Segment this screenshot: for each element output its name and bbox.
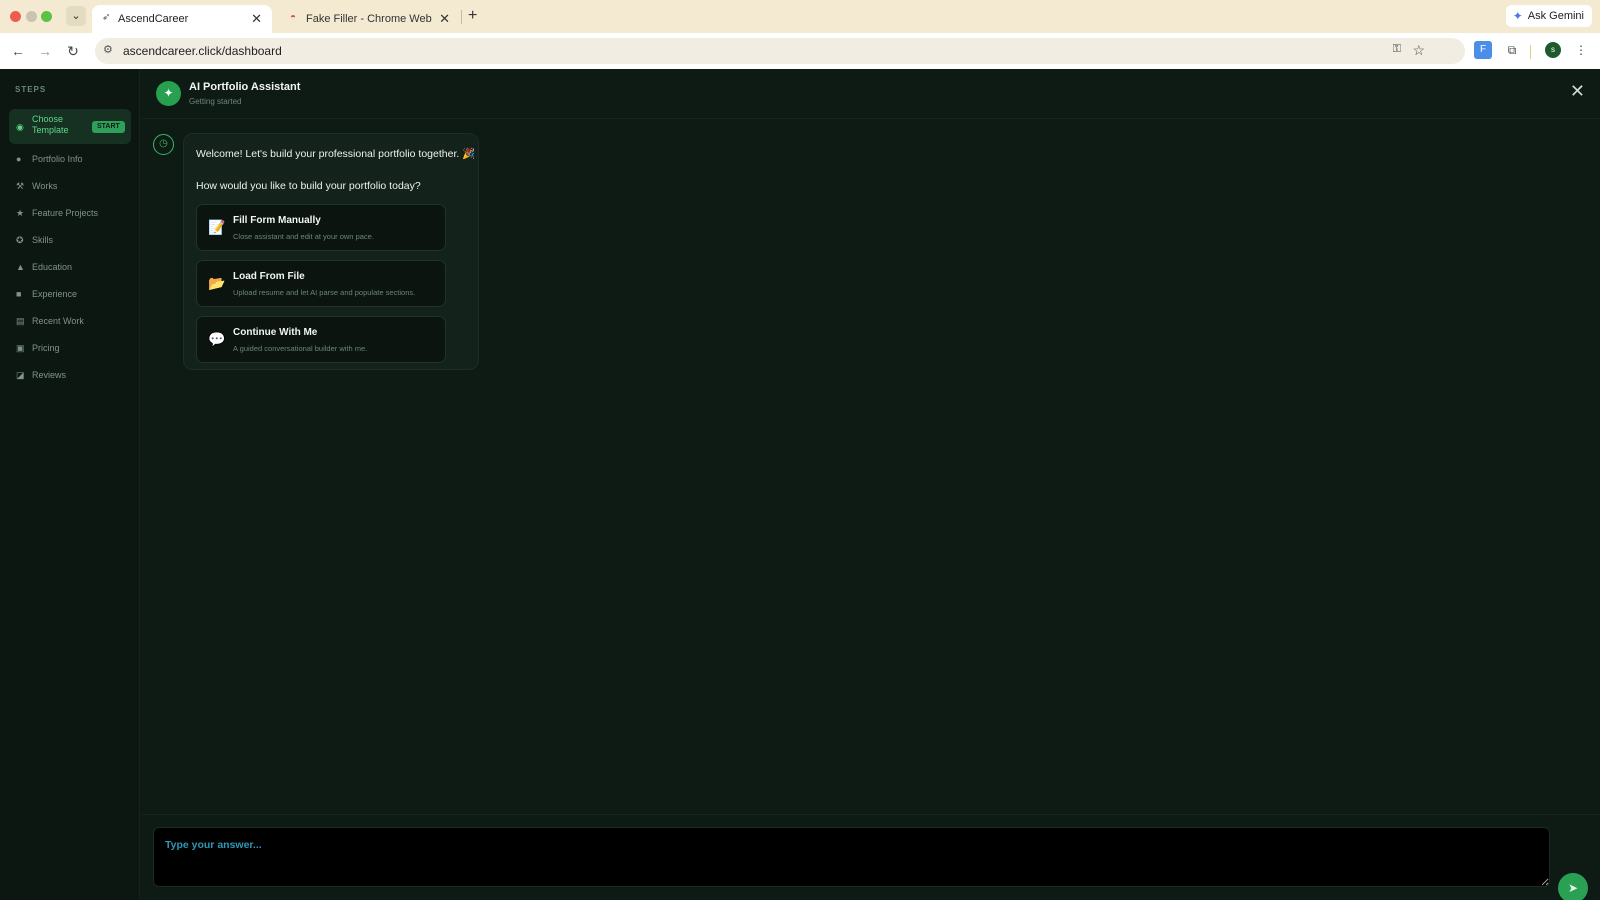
assistant-panel: ✦ AI Portfolio Assistant Getting started… — [141, 69, 1600, 900]
assistant-header: ✦ AI Portfolio Assistant Getting started… — [141, 69, 1600, 119]
close-icon: ✕ — [1569, 81, 1585, 101]
bot-clock-icon: ◷ — [153, 134, 174, 155]
welcome-text: Welcome! Let's build your professional p… — [196, 148, 476, 160]
sidebar-item-label: Reviews — [32, 370, 67, 380]
star-icon: ★ — [16, 208, 25, 218]
sidebar-item-label: Skills — [32, 235, 54, 245]
sidebar-item-experience[interactable]: ■ Experience — [9, 282, 131, 306]
tab-fake-filler[interactable]: ◓ Fake Filler - Chrome Web Store ✕ — [280, 5, 460, 33]
forward-button[interactable]: → — [35, 41, 55, 61]
ask-gemini-button[interactable]: ✦ Ask Gemini — [1505, 5, 1592, 27]
wrench-icon: ⚒ — [16, 181, 25, 191]
assistant-message: Welcome! Let's build your professional p… — [183, 133, 479, 370]
send-button[interactable]: ➤ — [1558, 873, 1588, 900]
minimize-window-button[interactable] — [26, 11, 37, 22]
palette-icon: ◉ — [16, 122, 24, 132]
sidebar-item-choose-template[interactable]: ◉ Choose Template START — [9, 109, 131, 144]
send-paper-plane-icon: ➤ — [1567, 881, 1579, 895]
sidebar-item-works[interactable]: ⚒ Works — [9, 174, 131, 198]
app-root: STEPS ◉ Choose Template START ● Portfoli… — [0, 69, 1600, 900]
option-description: Close assistant and edit at your own pac… — [233, 232, 374, 241]
sidebar-item-label: Recent Work — [32, 316, 84, 326]
option-title: Fill Form Manually — [233, 215, 321, 226]
sidebar-item-label: Pricing — [32, 343, 60, 353]
back-button[interactable]: ← — [8, 41, 28, 61]
comment-icon: ◪ — [16, 370, 25, 380]
ask-gemini-label: Ask Gemini — [1527, 10, 1584, 22]
book-icon: ▤ — [16, 316, 25, 326]
tab-ascendcareer[interactable]: ➶ AscendCareer ✕ — [92, 5, 272, 33]
sidebar-item-label: Choose Template — [32, 114, 69, 135]
sidebar-item-label: Education — [32, 262, 73, 272]
reload-button[interactable]: ↻ — [63, 41, 83, 61]
sidebar-item-feature-projects[interactable]: ★ Feature Projects — [9, 201, 131, 225]
steps-sidebar: STEPS ◉ Choose Template START ● Portfoli… — [0, 69, 140, 900]
graduation-cap-icon: ▲ — [16, 262, 25, 272]
arrow-left-icon: ← — [11, 43, 25, 59]
sidebar-item-reviews[interactable]: ◪ Reviews — [9, 363, 131, 387]
gemini-sparkle-icon: ✦ — [1512, 9, 1523, 23]
chevron-down-icon: ⌄ — [71, 10, 81, 22]
url-text: ascendcareer.click/dashboard — [123, 44, 282, 58]
close-tab-icon[interactable]: ✕ — [439, 11, 450, 27]
option-fill-form-manually[interactable]: 📝 Fill Form Manually Close assistant and… — [196, 204, 446, 251]
close-tab-icon[interactable]: ✕ — [251, 11, 262, 27]
extensions-puzzle-icon[interactable]: ⧉ — [1503, 41, 1521, 59]
sidebar-item-recent-work[interactable]: ▤ Recent Work — [9, 309, 131, 333]
sidebar-item-label: Experience — [32, 289, 78, 299]
question-text: How would you like to build your portfol… — [196, 180, 421, 192]
sidebar-item-label: Feature Projects — [32, 208, 99, 218]
tab-divider — [461, 10, 462, 24]
tab-title: AscendCareer — [118, 13, 189, 25]
bulb-icon: ✪ — [16, 235, 24, 245]
rainbow-favicon-icon: ◓ — [290, 12, 297, 23]
site-settings-icon[interactable]: ⚙ — [103, 43, 113, 56]
sidebar-item-skills[interactable]: ✪ Skills — [9, 228, 131, 252]
folder-icon: 📂 — [208, 275, 226, 291]
option-description: A guided conversational builder with me. — [233, 344, 368, 353]
option-title: Continue With Me — [233, 327, 318, 338]
plus-icon: + — [468, 7, 478, 24]
sidebar-item-portfolio-info[interactable]: ● Portfolio Info — [9, 147, 131, 171]
reload-icon: ↻ — [67, 43, 79, 59]
close-assistant-button[interactable]: ✕ — [1570, 81, 1585, 102]
bookmark-star-icon[interactable]: ☆ — [1412, 42, 1425, 59]
close-window-button[interactable] — [10, 11, 21, 22]
tab-search-button[interactable]: ⌄ — [66, 6, 86, 26]
sidebar-item-education[interactable]: ▲ Education — [9, 255, 131, 279]
money-icon: ▣ — [16, 343, 25, 353]
answer-input[interactable] — [153, 827, 1550, 887]
fake-filler-extension-icon[interactable]: F — [1474, 41, 1492, 59]
sparkle-icon: ✦ — [156, 81, 181, 106]
user-icon: ● — [16, 154, 22, 164]
new-tab-button[interactable]: + — [468, 7, 477, 25]
maximize-window-button[interactable] — [41, 11, 52, 22]
option-continue-with-me[interactable]: 💬 Continue With Me A guided conversation… — [196, 316, 446, 363]
sidebar-item-label: Portfolio Info — [32, 154, 83, 164]
page-title: AI Portfolio Assistant — [189, 81, 301, 93]
address-bar[interactable]: ⚙ ascendcareer.click/dashboard ⚿ ☆ — [95, 38, 1465, 64]
option-load-from-file[interactable]: 📂 Load From File Upload resume and let A… — [196, 260, 446, 307]
sidebar-item-pricing[interactable]: ▣ Pricing — [9, 336, 131, 360]
memo-icon: 📝 — [208, 219, 226, 235]
rocket-favicon-icon: ➶ — [102, 12, 111, 23]
arrow-right-icon: → — [38, 43, 52, 59]
briefcase-icon: ■ — [16, 289, 22, 299]
toolbar-divider — [1530, 45, 1531, 59]
tab-title: Fake Filler - Chrome Web Store — [306, 13, 432, 25]
password-key-icon[interactable]: ⚿ — [1393, 43, 1401, 56]
browser-toolbar: ← → ↻ ⚙ ascendcareer.click/dashboard ⚿ ☆… — [0, 33, 1600, 69]
sidebar-item-label: Works — [32, 181, 58, 191]
steps-heading: STEPS — [15, 85, 47, 94]
speech-bubble-icon: 💬 — [208, 331, 226, 347]
browser-menu-icon[interactable]: ⋮ — [1572, 41, 1590, 59]
start-badge: START — [92, 121, 125, 133]
page-subtitle: Getting started — [189, 97, 242, 106]
option-description: Upload resume and let AI parse and popul… — [233, 288, 416, 297]
browser-chrome: ⌄ ➶ AscendCareer ✕ ◓ Fake Filler - Chrom… — [0, 0, 1600, 69]
profile-avatar[interactable]: s — [1545, 42, 1561, 58]
tab-strip: ⌄ ➶ AscendCareer ✕ ◓ Fake Filler - Chrom… — [0, 0, 1600, 33]
option-title: Load From File — [233, 271, 305, 282]
